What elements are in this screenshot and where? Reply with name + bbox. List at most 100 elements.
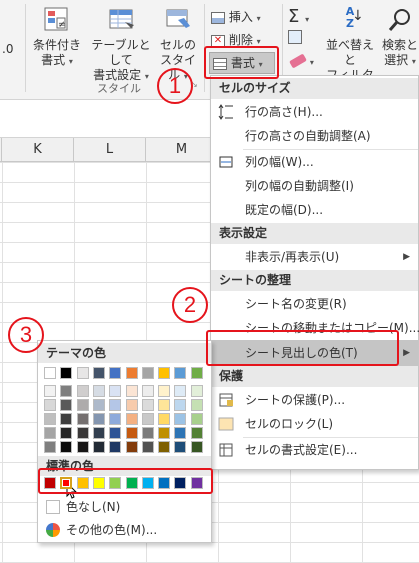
theme-shade-swatch[interactable] [44,427,56,439]
theme-shade-swatch[interactable] [76,427,89,439]
styles-group-label: スタイル [97,82,141,95]
theme-shade-swatch[interactable] [92,427,105,439]
column-header-l[interactable]: L [74,138,146,162]
theme-shade-swatch[interactable] [92,399,105,411]
color-wheel-icon [46,523,60,537]
theme-shade-swatch[interactable] [174,441,187,453]
theme-shade-swatch[interactable] [125,385,138,397]
theme-shade-swatch[interactable] [190,427,203,439]
theme-shade-swatch[interactable] [92,441,105,453]
format-cells-icon [218,442,234,458]
cell-styles-icon [164,6,192,34]
theme-shade-swatch[interactable] [125,427,138,439]
theme-shade-swatch[interactable] [60,427,73,439]
format-as-table-button[interactable]: テーブルとして 書式設定 ▾ [86,6,156,84]
no-color-item[interactable]: 色なし(N) [38,496,211,518]
theme-color-swatch[interactable] [109,367,122,379]
theme-shade-swatch[interactable] [174,399,187,411]
theme-shade-swatch[interactable] [141,385,154,397]
theme-color-swatch[interactable] [44,367,56,379]
column-header-k[interactable]: K [2,138,74,162]
default-width-item[interactable]: 既定の幅(D)... [211,198,418,222]
theme-shade-swatch[interactable] [76,399,89,411]
theme-shade-swatch[interactable] [158,427,171,439]
theme-shade-swatch[interactable] [190,413,203,425]
theme-shade-swatch[interactable] [60,385,73,397]
theme-shade-swatch[interactable] [44,413,56,425]
protect-sheet-icon [218,392,234,408]
theme-shade-swatch[interactable] [92,413,105,425]
find-select-button[interactable]: 検索と 選択 ▾ [380,6,419,69]
theme-shade-swatch[interactable] [125,413,138,425]
theme-shade-swatch[interactable] [60,441,73,453]
clear-icon[interactable]: ▾ [289,53,314,69]
theme-color-swatch[interactable] [76,367,89,379]
theme-shade-swatch[interactable] [60,399,73,411]
theme-shade-swatch[interactable] [190,441,203,453]
theme-shade-swatch[interactable] [44,441,56,453]
theme-shade-swatch[interactable] [109,441,122,453]
theme-shade-swatch[interactable] [141,413,154,425]
theme-shade-swatch[interactable] [60,413,73,425]
theme-shade-swatch[interactable] [125,399,138,411]
theme-shade-swatch[interactable] [125,441,138,453]
cell-size-heading: セルのサイズ [211,78,418,99]
theme-color-swatch[interactable] [125,367,138,379]
theme-shade-swatch[interactable] [109,385,122,397]
theme-shade-swatch[interactable] [158,441,171,453]
theme-shade-swatch[interactable] [76,413,89,425]
protect-sheet-item[interactable]: シートの保護(P)... [211,388,418,412]
theme-color-swatch[interactable] [60,367,73,379]
number-format-partial: .0 [2,42,14,56]
insert-icon [211,11,225,24]
theme-shade-swatch[interactable] [44,385,56,397]
autofit-row-height-item[interactable]: 行の高さの自動調整(A) [211,124,418,148]
theme-shade-swatch[interactable] [190,385,203,397]
format-highlight-box [204,46,279,79]
theme-shade-swatch[interactable] [76,441,89,453]
theme-shade-swatch[interactable] [109,427,122,439]
theme-color-swatch[interactable] [92,367,105,379]
theme-color-swatch[interactable] [174,367,187,379]
column-width-item[interactable]: 列の幅(W)... [211,150,418,174]
insert-button[interactable]: 挿入 ▾ [211,8,261,25]
theme-shade-swatch[interactable] [174,427,187,439]
theme-shade-swatch[interactable] [109,399,122,411]
rename-sheet-item[interactable]: シート名の変更(R) [211,292,418,316]
hide-unhide-item[interactable]: 非表示/再表示(U) ▶ [211,245,418,269]
protection-heading: 保護 [211,366,418,387]
column-header-m[interactable]: M [146,138,218,162]
theme-color-swatch[interactable] [158,367,171,379]
delete-icon: ✕ [211,34,225,47]
theme-shade-swatch[interactable] [158,399,171,411]
fill-icon[interactable] [288,30,308,44]
autosum-icon[interactable]: Σ ▾ [288,6,309,27]
row-height-item[interactable]: 行の高さ(H)... [211,100,418,124]
theme-shade-swatch[interactable] [44,399,56,411]
search-icon [386,6,414,34]
column-width-icon [218,154,234,170]
theme-shade-swatch[interactable] [141,427,154,439]
theme-shade-swatch[interactable] [141,441,154,453]
theme-shade-swatch[interactable] [109,413,122,425]
theme-shade-swatch[interactable] [158,413,171,425]
theme-shade-swatch[interactable] [76,385,89,397]
theme-shade-swatch[interactable] [174,413,187,425]
theme-shade-swatch[interactable] [92,385,105,397]
more-colors-item[interactable]: その他の色(M)... [38,519,211,541]
theme-shade-swatch[interactable] [158,385,171,397]
theme-shade-swatch[interactable] [174,385,187,397]
submenu-arrow-icon: ▶ [403,348,410,358]
format-cells-item[interactable]: セルの書式設定(E)... [211,438,418,462]
conditional-formatting-icon: ≠ [43,6,71,34]
theme-shade-swatch[interactable] [141,399,154,411]
svg-text:≠: ≠ [58,20,66,30]
theme-color-swatch[interactable] [190,367,203,379]
theme-color-swatch[interactable] [141,367,154,379]
conditional-formatting-button[interactable]: ≠ 条件付き 書式 ▾ [30,6,84,69]
lock-cell-item[interactable]: セルのロック(L) [211,412,418,436]
tab-color-palette: テーマの色 標準の色 色なし(N) その他の色(M)... [37,340,212,543]
theme-shade-swatch[interactable] [190,399,203,411]
autofit-column-width-item[interactable]: 列の幅の自動調整(I) [211,174,418,198]
format-dropdown-menu: セルのサイズ 行の高さ(H)... 行の高さの自動調整(A) 列の幅(W)...… [210,75,419,470]
